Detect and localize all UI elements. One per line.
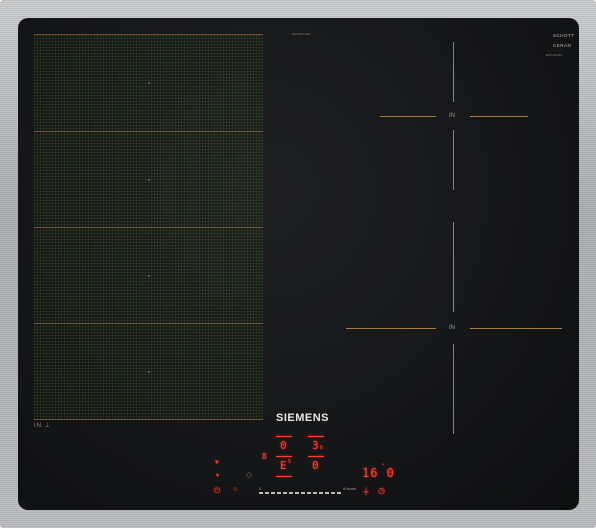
zone-select-bar[interactable] xyxy=(276,476,292,477)
flex-indicator: 8 xyxy=(262,452,267,461)
flex-zone-edge xyxy=(34,34,263,35)
zone-label-rear-right: IN xyxy=(449,113,455,119)
flex-zone-divider xyxy=(34,227,263,228)
power-level-slider[interactable] xyxy=(259,492,343,494)
display-front-left-sub: 5 xyxy=(288,459,292,465)
zone-marker-vertical xyxy=(453,222,454,312)
zone-center-dot xyxy=(148,371,150,373)
zone-marker-vertical xyxy=(453,344,454,434)
slider-max-label: 9 boost xyxy=(343,486,357,491)
arrow-up-icon[interactable]: ▼ xyxy=(214,460,220,466)
zone-marker-horizontal xyxy=(380,116,436,117)
slider-min-label: 0 xyxy=(259,486,262,491)
zone-marker-horizontal xyxy=(346,328,436,329)
display-front-left: E xyxy=(280,459,287,472)
zone-center-dot xyxy=(148,179,150,181)
schott-ceran-logo: SCHOTT CERAN EMH0000 xyxy=(546,33,575,57)
zone-marker-horizontal xyxy=(470,116,528,117)
power-icon[interactable]: ⏻ xyxy=(214,486,220,496)
zone-center-dot xyxy=(148,275,150,277)
zone-center-dot xyxy=(148,82,150,84)
model-code: EH645FFB1E xyxy=(292,32,311,36)
display-front-right: 0 xyxy=(312,459,319,472)
flex-zone-edge xyxy=(34,419,263,420)
zone-marker-horizontal xyxy=(470,328,562,329)
zone-select-bar[interactable] xyxy=(276,436,292,437)
lock-icon[interactable]: ○ xyxy=(233,486,237,493)
flex-zone-divider xyxy=(34,323,263,324)
arrow-down-icon[interactable]: ▼ xyxy=(215,473,220,479)
zone-select-bar[interactable] xyxy=(308,436,324,437)
zone-marker-vertical xyxy=(453,130,454,190)
flex-zone-label: IN ⊥ xyxy=(34,423,51,429)
display-rear-right-sub: b xyxy=(320,445,324,451)
brand-logo: SIEMENS xyxy=(276,412,330,424)
timer-icon[interactable]: ◷ xyxy=(378,486,385,495)
zone-select-bar[interactable] xyxy=(276,456,292,457)
zone-select-bar[interactable] xyxy=(308,456,324,457)
zone-marker-vertical xyxy=(453,42,454,102)
timer-dot-icon: • xyxy=(382,462,384,468)
flex-zone-icon[interactable]: ◇ xyxy=(246,470,252,479)
timer-display: 16 0 xyxy=(362,466,395,480)
zone-label-front-right: IN xyxy=(449,325,455,331)
ceramic-glass-top: IN ⊥ EH645FFB1E SCHOTT CERAN EMH0000 IN … xyxy=(18,18,579,510)
flex-zone-divider xyxy=(34,131,263,132)
stopwatch-icon[interactable]: ⏚ xyxy=(362,486,370,497)
display-rear-left: 0 xyxy=(280,439,287,452)
display-rear-right: 3 xyxy=(312,439,319,452)
